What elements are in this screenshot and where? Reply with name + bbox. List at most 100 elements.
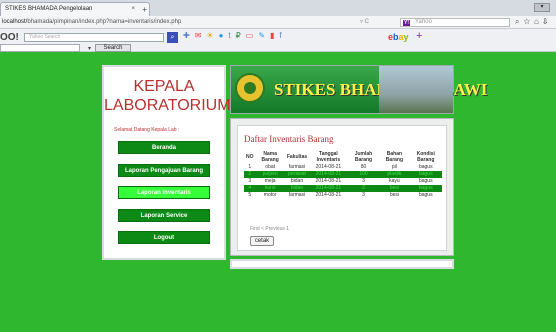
table-row: 3 meja bidan 2014-08-21 3 kayu bagus xyxy=(244,178,442,185)
print-button[interactable]: cetak xyxy=(250,236,274,246)
url-path: bhamada/pimpinan/index.php?nama=inventar… xyxy=(27,19,182,25)
table-row: 5 motor farmasi 2014-08-21 3 besi bagus xyxy=(244,192,442,199)
yahoo-toolbar: OO! Yahoo Search ⌕ ✚✉☀●t₽▭✎▮f ebay + ▾ S… xyxy=(0,29,556,52)
inventory-table: NO Nama Barang Fakultas Tanggal Inventar… xyxy=(244,150,442,199)
star-icon[interactable]: ☆ xyxy=(523,17,534,26)
table-cell: kayu xyxy=(379,178,410,185)
browser-search-input[interactable]: Y! Yahoo xyxy=(400,18,510,27)
table-cell: 80 xyxy=(347,164,380,171)
menu-laporan-inventaris-button[interactable]: Laporan Inventaris xyxy=(118,186,210,199)
table-cell: besi xyxy=(379,185,410,192)
window-menu-button[interactable]: ▾ xyxy=(534,3,550,12)
browser-tabbar: STIKES BHAMADA Pengelolaan × + ▾ xyxy=(0,0,556,16)
table-cell: 4 xyxy=(244,185,256,192)
main-content: Daftar Inventaris Barang NO Nama Barang … xyxy=(230,118,454,256)
browser-navbar: localhost/bhamada/pimpinan/index.php?nam… xyxy=(0,16,556,29)
building-image xyxy=(379,66,453,113)
calendar-icon[interactable]: ▭ xyxy=(246,31,259,40)
table-cell: farmasi xyxy=(284,192,310,199)
inventory-panel: Daftar Inventaris Barang NO Nama Barang … xyxy=(237,125,447,251)
table-cell: 3 xyxy=(347,192,380,199)
column-header: Jumlah Barang xyxy=(354,151,373,163)
table-row: 2 pulpen perawat 2014-08-21 100 plastik … xyxy=(244,171,442,178)
table-cell: 2014-08-21 xyxy=(309,185,348,192)
column-header: Bahan Barang xyxy=(385,151,404,163)
column-header: Kondisi Barang xyxy=(416,151,435,163)
table-cell: kursi xyxy=(255,185,285,192)
url-reload-icon[interactable]: ▿ C xyxy=(360,18,369,25)
table-cell: 2014-08-21 xyxy=(309,178,348,185)
new-tab-icon[interactable]: + xyxy=(142,5,147,14)
page-title: KEPALA LABORATORIUM xyxy=(104,78,231,114)
column-header: NO xyxy=(246,154,254,160)
table-cell: 100 xyxy=(347,171,380,178)
bookmark-icon[interactable]: ▮ xyxy=(270,31,279,40)
table-cell: farmasi xyxy=(284,164,310,171)
tab-close-icon[interactable]: × xyxy=(131,6,135,12)
yahoo-search-input[interactable]: Yahoo Search xyxy=(24,33,164,42)
table-cell: 2 xyxy=(347,185,380,192)
table-cell: plastik xyxy=(379,171,410,178)
table-row: 4 kursi bidan 2014-08-21 2 besi bagus xyxy=(244,185,442,192)
toolbar-url-field[interactable] xyxy=(0,44,80,52)
tools-icon[interactable]: ✎ xyxy=(258,31,270,40)
table-cell: motor xyxy=(255,192,285,199)
toolbar-search-button[interactable]: Search xyxy=(95,44,131,52)
browser-search-placeholder: Yahoo xyxy=(415,19,432,25)
menu-laporan-pengajuan-button[interactable]: Laporan Pengajuan Barang xyxy=(118,164,210,177)
pagination[interactable]: First < Previous 1 xyxy=(250,226,289,232)
table-cell: 2014-08-21 xyxy=(309,171,348,178)
table-cell: pulpen xyxy=(255,171,285,178)
table-cell: bagus xyxy=(409,171,442,178)
footer-bar xyxy=(230,259,454,269)
yahoo-icon: Y! xyxy=(403,20,410,26)
menu-beranda-button[interactable]: Beranda xyxy=(118,141,210,154)
table-cell: bagus xyxy=(409,185,442,192)
table-cell: bidan xyxy=(284,178,310,185)
twitter-icon[interactable]: t xyxy=(228,31,235,40)
table-header-row: NO Nama Barang Fakultas Tanggal Inventar… xyxy=(244,150,442,164)
finance-icon[interactable]: ₽ xyxy=(236,31,246,40)
table-cell: bagus xyxy=(409,164,442,171)
browser-nav-icons[interactable]: ⌕☆⌂⇩ xyxy=(515,17,551,27)
menu-laporan-service-button[interactable]: Laporan Service xyxy=(118,209,210,222)
flickr-icon[interactable]: ● xyxy=(219,31,229,40)
table-cell: 2014-08-21 xyxy=(309,164,348,171)
yahoo-mail-icon[interactable]: ✚ xyxy=(183,31,195,40)
toolbar-icons: ✚✉☀●t₽▭✎▮f xyxy=(183,31,287,40)
menu-logout-button[interactable]: Logout xyxy=(118,231,210,244)
inventory-heading: Daftar Inventaris Barang xyxy=(244,134,334,144)
address-bar[interactable]: localhost/bhamada/pimpinan/index.php?nam… xyxy=(0,18,390,27)
column-header: Nama Barang xyxy=(261,151,279,163)
mail-icon[interactable]: ✉ xyxy=(195,31,207,40)
weather-icon[interactable]: ☀ xyxy=(206,31,218,40)
ebay-letter: y xyxy=(403,32,409,42)
table-cell: 2014-08-21 xyxy=(309,192,348,199)
table-cell: bagus xyxy=(409,192,442,199)
table-cell: bagus xyxy=(409,178,442,185)
browser-tab[interactable]: STIKES BHAMADA Pengelolaan × + xyxy=(0,2,150,16)
tab-title: STIKES BHAMADA Pengelolaan xyxy=(5,6,93,12)
chevron-down-icon[interactable]: ▾ xyxy=(88,45,91,52)
table-cell: pil xyxy=(379,164,410,171)
table-cell: 3 xyxy=(244,178,256,185)
table-cell: 3 xyxy=(347,178,380,185)
yahoo-logo: OO! xyxy=(0,32,19,43)
home-icon[interactable]: ⌂ xyxy=(534,17,543,26)
table-row: 1 obat farmasi 2014-08-21 80 pil bagus xyxy=(244,164,442,171)
stikes-logo xyxy=(235,73,265,103)
column-header: Fakultas xyxy=(286,154,308,160)
download-icon[interactable]: ⇩ xyxy=(543,17,552,26)
header-banner: STIKES BHAMADA SLAWI xyxy=(230,65,488,114)
url-host: localhost/ xyxy=(2,19,28,25)
toolbar-add-icon[interactable]: + xyxy=(416,30,422,42)
table-cell: perawat xyxy=(284,171,310,178)
welcome-text: Selamat Datang Kepala Lab : xyxy=(114,127,180,133)
column-header: Tanggal Inventaris xyxy=(316,151,341,163)
table-cell: besi xyxy=(379,192,410,199)
ebay-logo[interactable]: ebay xyxy=(388,32,409,42)
table-cell: 2 xyxy=(244,171,256,178)
facebook-icon[interactable]: f xyxy=(279,31,286,40)
table-cell: meja xyxy=(255,178,285,185)
yahoo-search-icon[interactable]: ⌕ xyxy=(167,32,178,43)
